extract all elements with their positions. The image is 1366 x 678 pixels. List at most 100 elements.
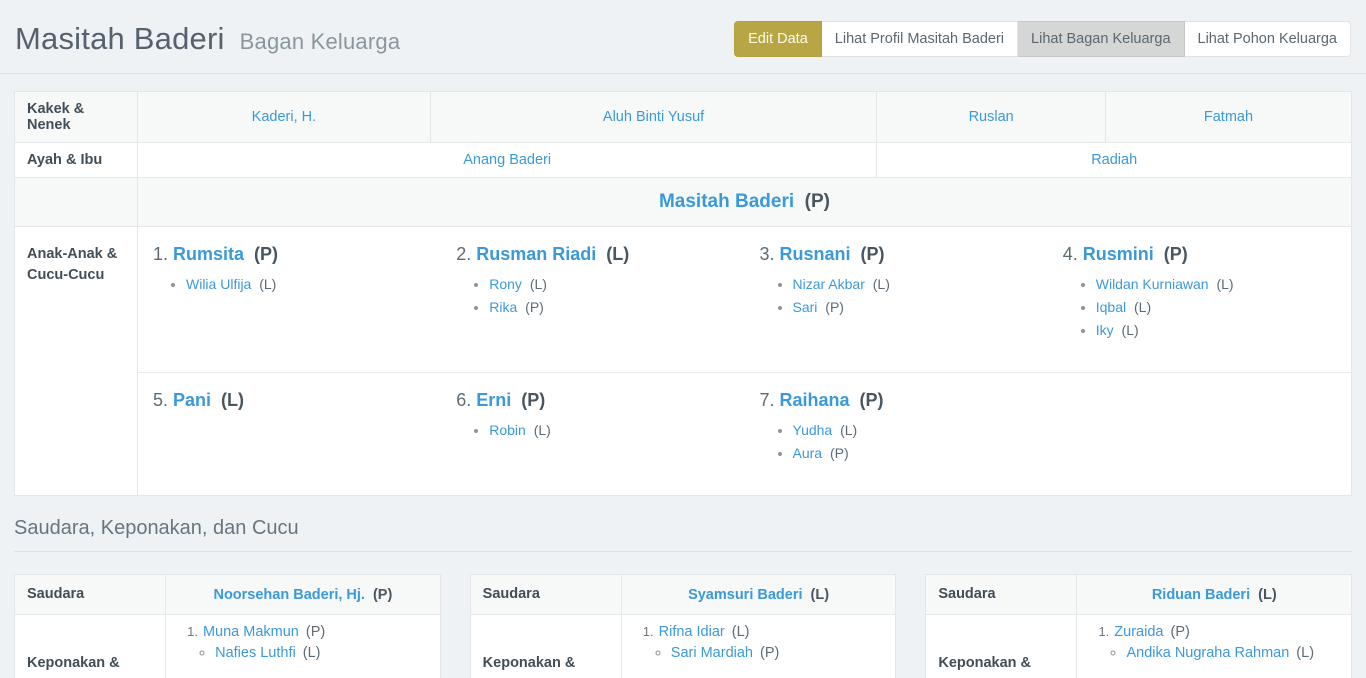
- nephew-name-link[interactable]: Rifna Idiar: [659, 624, 725, 640]
- content: Kakek & Nenek Kaderi, H. Aluh Binti Yusu…: [0, 91, 1366, 678]
- sibling-name-link[interactable]: Noorsehan Baderi, Hj.: [213, 587, 364, 603]
- gender-label: (L): [601, 244, 629, 264]
- grandchild-name-link[interactable]: Sari: [793, 299, 818, 315]
- child-number: 7.: [760, 390, 775, 410]
- child-name-link[interactable]: Pani: [173, 390, 211, 410]
- nephew-item: 1. Zuraida (P) Andika Nugraha Rahman (L): [1098, 624, 1339, 661]
- person-row: Masitah Baderi (P): [15, 178, 1352, 227]
- siblings-section-header: Saudara, Keponakan, dan Cucu: [14, 517, 1352, 552]
- child-name-link[interactable]: Erni: [476, 390, 511, 410]
- gender-label: (L): [216, 390, 244, 410]
- grandchild-name-link[interactable]: Robin: [489, 422, 526, 438]
- sibling-name-link[interactable]: Syamsuri Baderi: [688, 587, 802, 603]
- nephew-name-link[interactable]: Muna Makmun: [203, 624, 299, 640]
- person-title: Masitah Baderi: [15, 21, 225, 56]
- nephew-children-list: Nafies Luthfi (L): [187, 645, 428, 661]
- view-profile-button[interactable]: Lihat Profil Masitah Baderi: [822, 21, 1018, 57]
- children-cell: 1.Rumsita (P) Wilia Ulfija (L) 2.Rusman …: [138, 227, 1352, 496]
- grandchildren-list: Yudha (L) Aura (P): [760, 422, 1033, 461]
- gender-label: (P): [756, 645, 779, 661]
- grandchild-name-link[interactable]: Rika: [489, 299, 517, 315]
- nephew-children-list: Andika Nugraha Rahman (L): [1098, 645, 1339, 661]
- gender-label: (P): [249, 244, 278, 264]
- child-number: 1.: [153, 244, 168, 264]
- mother-link[interactable]: Radiah: [1091, 152, 1137, 168]
- nephew-child-name-link[interactable]: Andika Nugraha Rahman: [1126, 645, 1289, 661]
- nephews-row: Keponakan & Cucu-Cucu 1. Muna Makmun (P) …: [15, 615, 441, 678]
- gender-label: (P): [821, 299, 844, 315]
- nephews-cell: 1. Zuraida (P) Andika Nugraha Rahman (L): [1077, 615, 1352, 678]
- child-name-link[interactable]: Rumsita: [173, 244, 244, 264]
- father-link[interactable]: Anang Baderi: [463, 152, 551, 168]
- sibling-row: Saudara Noorsehan Baderi, Hj. (P): [15, 575, 441, 615]
- nephews-list: 1.Rifna Idiar (L) Sari Mardiah (P): [634, 624, 884, 661]
- gender-label: (P): [1166, 624, 1189, 640]
- page-header: Masitah Baderi Bagan Keluarga Edit Data …: [0, 0, 1366, 74]
- sibling-label: Saudara: [15, 575, 166, 615]
- sibling-name-link[interactable]: Riduan Baderi: [1152, 587, 1250, 603]
- gender-label: (L): [1292, 645, 1314, 661]
- view-chart-button[interactable]: Lihat Bagan Keluarga: [1018, 21, 1184, 57]
- grandchild-name-link[interactable]: Iky: [1096, 322, 1114, 338]
- grandfather-maternal-cell: Ruslan: [877, 92, 1106, 143]
- child-name-link[interactable]: Rusman Riadi: [476, 244, 596, 264]
- grandchild-item: Wildan Kurniawan (L): [1096, 276, 1336, 292]
- header-button-group: Edit Data Lihat Profil Masitah Baderi Li…: [734, 21, 1351, 57]
- nephew-number: 1.: [187, 624, 198, 639]
- grandfather-maternal-link[interactable]: Ruslan: [969, 109, 1014, 125]
- gender-label: (P): [1159, 244, 1188, 264]
- gender-label: (L): [1254, 587, 1277, 603]
- gender-label: (P): [302, 624, 325, 640]
- gender-label: (L): [530, 422, 551, 438]
- grandmother-maternal-link[interactable]: Fatmah: [1204, 109, 1253, 125]
- grandchild-item: Iqbal (L): [1096, 299, 1336, 315]
- sibling-table-2: Saudara Syamsuri Baderi (L) Keponakan & …: [470, 574, 897, 678]
- gender-label: (L): [1213, 276, 1234, 292]
- grandchild-item: Nizar Akbar (L): [793, 276, 1033, 292]
- child-name-link[interactable]: Raihana: [780, 390, 850, 410]
- view-tree-button[interactable]: Lihat Pohon Keluarga: [1185, 21, 1351, 57]
- grandmother-paternal-link[interactable]: Aluh Binti Yusuf: [603, 109, 704, 125]
- person-gender-label: (P): [799, 191, 830, 212]
- siblings-section-title: Saudara, Keponakan, dan Cucu: [14, 517, 1352, 540]
- grandchild-name-link[interactable]: Wilia Ulfija: [186, 276, 251, 292]
- child-name-link[interactable]: Rusmini: [1083, 244, 1154, 264]
- gender-label: (L): [1130, 299, 1151, 315]
- edit-data-button[interactable]: Edit Data: [734, 21, 822, 57]
- gender-label: (L): [807, 587, 830, 603]
- grandfather-paternal-link[interactable]: Kaderi, H.: [252, 109, 316, 125]
- nephew-child-item: Andika Nugraha Rahman (L): [1126, 645, 1339, 661]
- grandchildren-list: Wildan Kurniawan (L) Iqbal (L) Iky (L): [1063, 276, 1336, 338]
- person-name-link[interactable]: Masitah Baderi: [659, 191, 794, 212]
- grandchild-name-link[interactable]: Aura: [793, 445, 823, 461]
- child-name-link[interactable]: Rusnani: [780, 244, 851, 264]
- grandchild-name-link[interactable]: Wildan Kurniawan: [1096, 276, 1209, 292]
- person-empty-label-cell: [15, 178, 138, 227]
- child-entry-empty: [1048, 373, 1351, 495]
- gender-label: (L): [255, 276, 276, 292]
- grandchild-name-link[interactable]: Rony: [489, 276, 522, 292]
- nephew-child-name-link[interactable]: Nafies Luthfi: [215, 645, 296, 661]
- sibling-name-cell: Riduan Baderi (L): [1077, 575, 1352, 615]
- nephews-cell: 1. Muna Makmun (P) Nafies Luthfi (L): [166, 615, 441, 678]
- child-entry-2: 2.Rusman Riadi (L) Rony (L) Rika (P): [441, 227, 744, 372]
- gender-label: (L): [1118, 322, 1139, 338]
- grandchild-name-link[interactable]: Iqbal: [1096, 299, 1126, 315]
- nephew-number: 1.: [1098, 624, 1109, 639]
- grandmother-paternal-cell: Aluh Binti Yusuf: [430, 92, 877, 143]
- nephews-label: Keponakan & Cucu-Cucu: [470, 615, 621, 678]
- grandchild-name-link[interactable]: Yudha: [793, 422, 833, 438]
- grandparents-label: Kakek & Nenek: [15, 92, 138, 143]
- nephew-number: 1.: [643, 624, 654, 639]
- grandchild-name-link[interactable]: Nizar Akbar: [793, 276, 865, 292]
- nephews-row: Keponakan & Cucu-Cucu 1.Rifna Idiar (L) …: [470, 615, 896, 678]
- grandparents-row: Kakek & Nenek Kaderi, H. Aluh Binti Yusu…: [15, 92, 1352, 143]
- father-cell: Anang Baderi: [138, 143, 877, 178]
- sibling-name-cell: Syamsuri Baderi (L): [621, 575, 896, 615]
- grandchild-item: Robin (L): [489, 422, 729, 438]
- nephew-child-name-link[interactable]: Sari Mardiah: [671, 645, 753, 661]
- nephews-label: Keponakan & Cucu-Cucu: [15, 615, 166, 678]
- nephews-label: Keponakan & Cucu-Cucu: [926, 615, 1077, 678]
- nephew-name-link[interactable]: Zuraida: [1114, 624, 1163, 640]
- gender-label: (P): [369, 587, 392, 603]
